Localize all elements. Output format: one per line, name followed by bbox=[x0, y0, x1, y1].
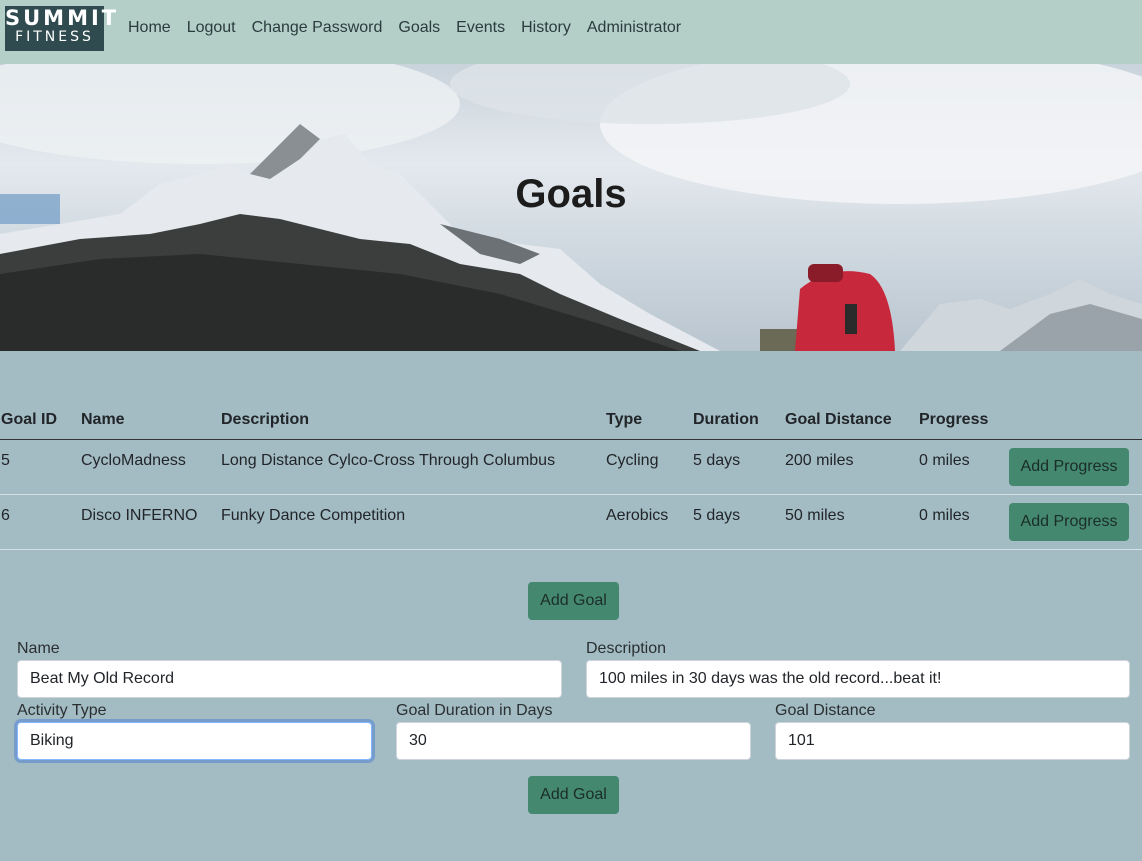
nav-home[interactable]: Home bbox=[128, 19, 171, 37]
cell-type: Cycling bbox=[606, 452, 659, 469]
col-header-duration: Duration bbox=[693, 411, 759, 428]
name-input[interactable]: Beat My Old Record bbox=[17, 660, 562, 698]
col-header-goal-distance: Goal Distance bbox=[785, 411, 892, 428]
cell-type: Aerobics bbox=[606, 507, 669, 524]
description-label: Description bbox=[586, 640, 667, 657]
navbar: SUMMIT FITNESS Home Logout Change Passwo… bbox=[0, 0, 1142, 64]
page-title: Goals bbox=[515, 172, 627, 216]
nav-links: Home Logout Change Password Goals Events… bbox=[128, 19, 697, 37]
cell-name: CycloMadness bbox=[81, 452, 186, 469]
name-label: Name bbox=[17, 640, 60, 657]
add-progress-button[interactable]: Add Progress bbox=[1009, 448, 1129, 486]
description-input[interactable]: 100 miles in 30 days was the old record.… bbox=[586, 660, 1130, 698]
nav-administrator[interactable]: Administrator bbox=[587, 19, 681, 37]
col-header-type: Type bbox=[606, 411, 643, 428]
cell-goal-id: 5 bbox=[1, 452, 10, 469]
col-header-goal-id: Goal ID bbox=[1, 411, 58, 428]
col-header-name: Name bbox=[81, 411, 125, 428]
row-divider bbox=[0, 494, 1142, 495]
cell-duration: 5 days bbox=[693, 452, 741, 469]
cell-goal-distance: 50 miles bbox=[785, 507, 845, 524]
nav-change-password[interactable]: Change Password bbox=[252, 19, 383, 37]
activity-type-input[interactable]: Biking bbox=[17, 722, 372, 760]
col-header-progress: Progress bbox=[919, 411, 989, 428]
cell-goal-distance: 200 miles bbox=[785, 452, 854, 469]
summit-fitness-logo[interactable]: SUMMIT FITNESS bbox=[5, 6, 120, 51]
cell-description: Funky Dance Competition bbox=[221, 507, 406, 524]
cell-progress: 0 miles bbox=[919, 452, 970, 469]
row-divider bbox=[0, 549, 1142, 550]
logo-line1: SUMMIT bbox=[5, 6, 120, 30]
cell-description: Long Distance Cylco-Cross Through Columb… bbox=[221, 452, 556, 469]
nav-logout[interactable]: Logout bbox=[187, 19, 236, 37]
goal-distance-input[interactable]: 101 bbox=[775, 722, 1130, 760]
goal-duration-label: Goal Duration in Days bbox=[396, 702, 553, 719]
add-goal-submit-button[interactable]: Add Goal bbox=[528, 776, 619, 814]
logo-line2: FITNESS bbox=[15, 29, 94, 45]
hero-banner: Goals bbox=[0, 64, 1142, 351]
add-progress-button[interactable]: Add Progress bbox=[1009, 503, 1129, 541]
goal-duration-input[interactable]: 30 bbox=[396, 722, 751, 760]
nav-events[interactable]: Events bbox=[456, 19, 505, 37]
add-goal-toggle-button[interactable]: Add Goal bbox=[528, 582, 619, 620]
table-header-divider bbox=[0, 439, 1142, 440]
nav-goals[interactable]: Goals bbox=[398, 19, 440, 37]
activity-type-label: Activity Type bbox=[17, 702, 107, 719]
nav-history[interactable]: History bbox=[521, 19, 571, 37]
cell-goal-id: 6 bbox=[1, 507, 10, 524]
cell-duration: 5 days bbox=[693, 507, 741, 524]
col-header-description: Description bbox=[221, 411, 310, 428]
cell-name: Disco INFERNO bbox=[81, 507, 198, 524]
goal-distance-label: Goal Distance bbox=[775, 702, 876, 719]
cell-progress: 0 miles bbox=[919, 507, 970, 524]
